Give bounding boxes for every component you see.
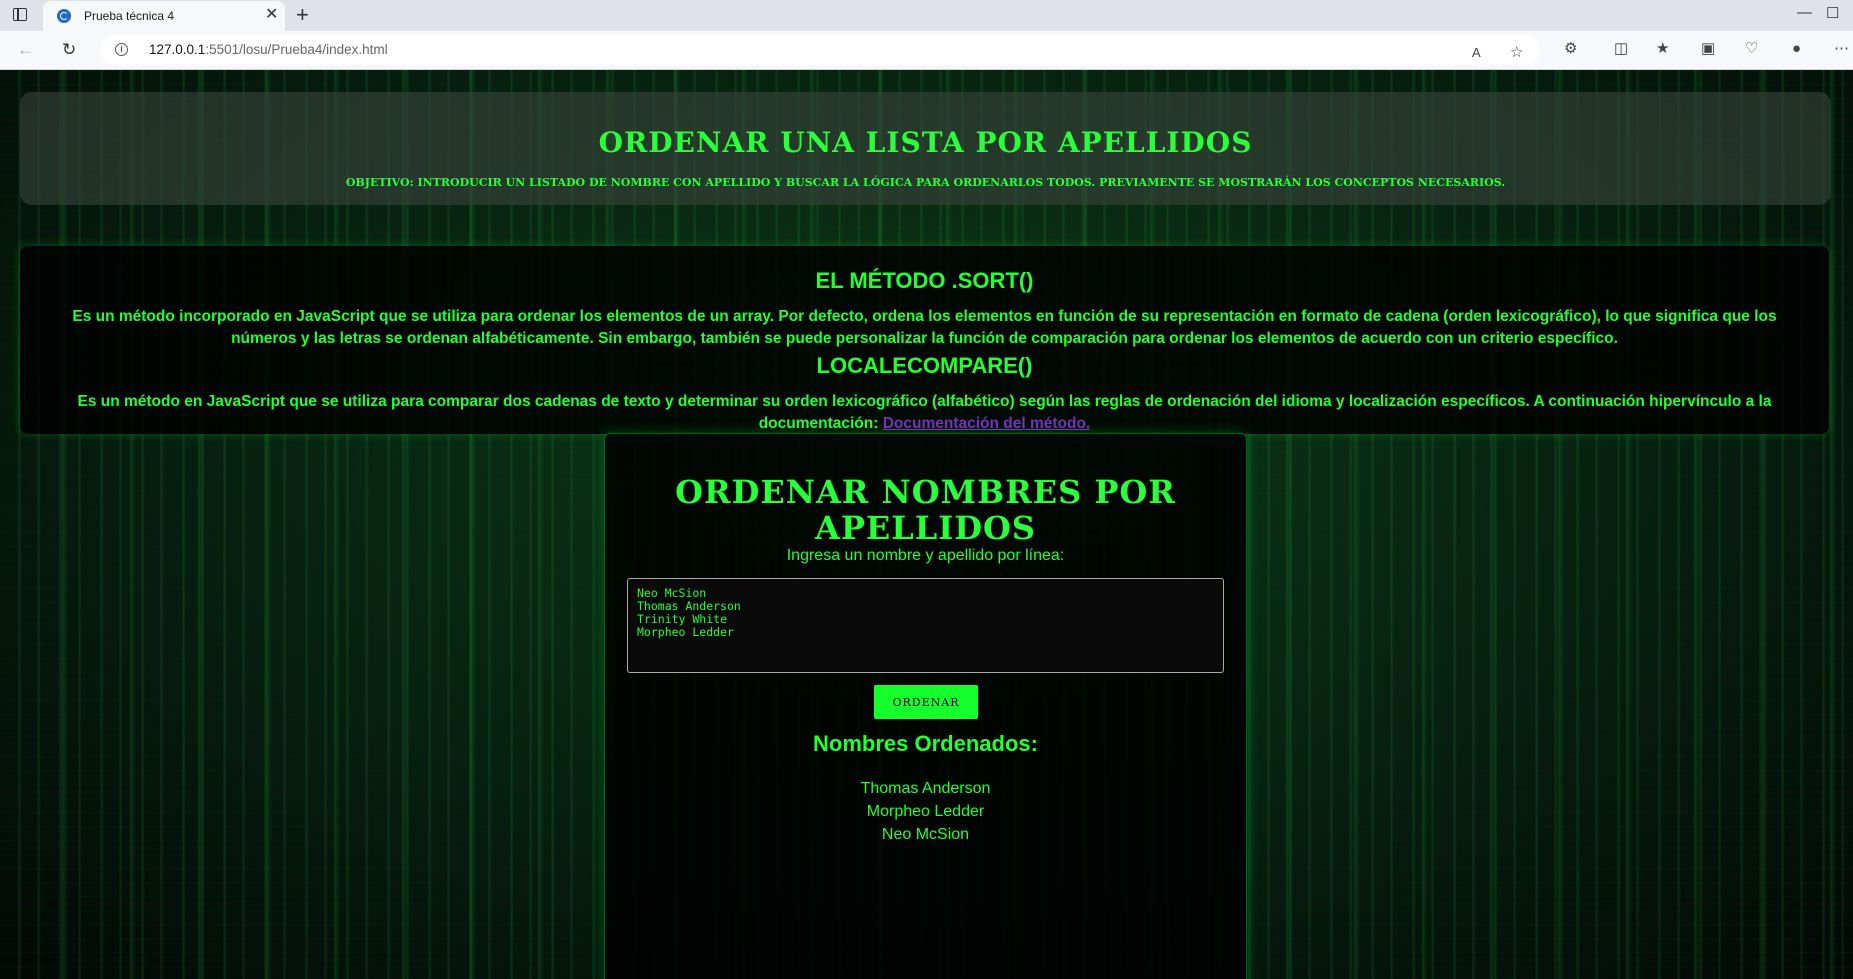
address-toolbar: ← ↻ i 127.0.0.1:5501/losu/Prueba4/index.…	[0, 31, 1853, 70]
page-title: ORDENAR UNA LISTA POR APELLIDOS	[598, 126, 1253, 159]
back-icon[interactable]: ←	[17, 40, 34, 60]
favicon-icon	[57, 9, 71, 23]
names-input-label: Ingresa un nombre y apellido por línea:	[786, 547, 1065, 564]
page-scrollbar[interactable]	[1845, 70, 1853, 979]
url-host: 127.0.0.1	[149, 42, 206, 57]
favorites-icon[interactable]: ★	[1656, 40, 1669, 58]
sort-method-title: EL MÉTODO .SORT()	[815, 268, 1034, 293]
sorted-name-item: Neo McSion	[881, 826, 970, 843]
sorted-name-item: Thomas Anderson	[860, 780, 991, 797]
collections-icon[interactable]: ▣	[1701, 40, 1715, 58]
sorter-panel: ORDENAR NOMBRES POR APELLIDOS Ingresa un…	[604, 433, 1247, 979]
tab-title: Prueba técnica 4	[84, 9, 175, 23]
more-menu-icon[interactable]: ⋯	[1834, 40, 1849, 58]
header-banner: ORDENAR UNA LISTA POR APELLIDOS OBJETIVO…	[20, 92, 1831, 205]
site-info-icon[interactable]: i	[115, 43, 128, 56]
read-aloud-icon[interactable]: A	[1472, 44, 1481, 62]
sorted-names-list: Thomas Anderson Morpheo Ledder Neo McSio…	[605, 777, 1246, 846]
browser-essentials-icon[interactable]: ♡	[1745, 40, 1758, 58]
profile-icon[interactable]: ●	[1792, 40, 1801, 58]
url-path: :5501/losu/Prueba4/index.html	[205, 42, 388, 57]
new-tab-icon[interactable]: +	[296, 3, 309, 27]
tab-bar: Prueba técnica 4 ✕ + — ☐	[0, 0, 1853, 31]
address-bar[interactable]: i 127.0.0.1:5501/losu/Prueba4/index.html…	[100, 35, 1540, 65]
concepts-section: EL MÉTODO .SORT() Es un método incorpora…	[20, 246, 1829, 434]
sort-button[interactable]: ORDENAR	[874, 685, 978, 719]
extensions-icon[interactable]: ⚙	[1564, 40, 1577, 58]
page-subtitle: OBJETIVO: INTRODUCIR UN LISTADO DE NOMBR…	[345, 176, 1506, 189]
close-tab-icon[interactable]: ✕	[265, 6, 278, 24]
names-input[interactable]: Neo McSion Thomas Anderson Trinity White…	[627, 578, 1224, 673]
localecompare-paragraph: Es un método en JavaScript que se utiliz…	[40, 391, 1809, 435]
page-viewport: ORDENAR UNA LISTA POR APELLIDOS OBJETIVO…	[0, 70, 1853, 979]
localecompare-title: LOCALECOMPARE()	[816, 353, 1033, 378]
sorted-names-title: Nombres Ordenados:	[813, 731, 1038, 756]
sorter-title: ORDENAR NOMBRES POR APELLIDOS	[675, 473, 1176, 547]
sidebar-toggle-icon[interactable]	[13, 8, 27, 21]
sorted-name-item: Morpheo Ledder	[866, 803, 985, 820]
active-tab[interactable]: Prueba técnica 4 ✕	[43, 1, 285, 31]
reload-icon[interactable]: ↻	[62, 40, 76, 60]
split-screen-icon[interactable]: ◫	[1614, 40, 1628, 58]
url-text[interactable]: 127.0.0.1:5501/losu/Prueba4/index.html	[149, 42, 388, 57]
favorite-star-icon[interactable]: ☆	[1510, 44, 1523, 62]
maximize-icon[interactable]: ☐	[1826, 4, 1839, 22]
minimize-icon[interactable]: —	[1797, 4, 1812, 21]
sort-method-text: Es un método incorporado en JavaScript q…	[72, 308, 1777, 347]
documentation-link[interactable]: Documentación del método.	[883, 415, 1091, 432]
